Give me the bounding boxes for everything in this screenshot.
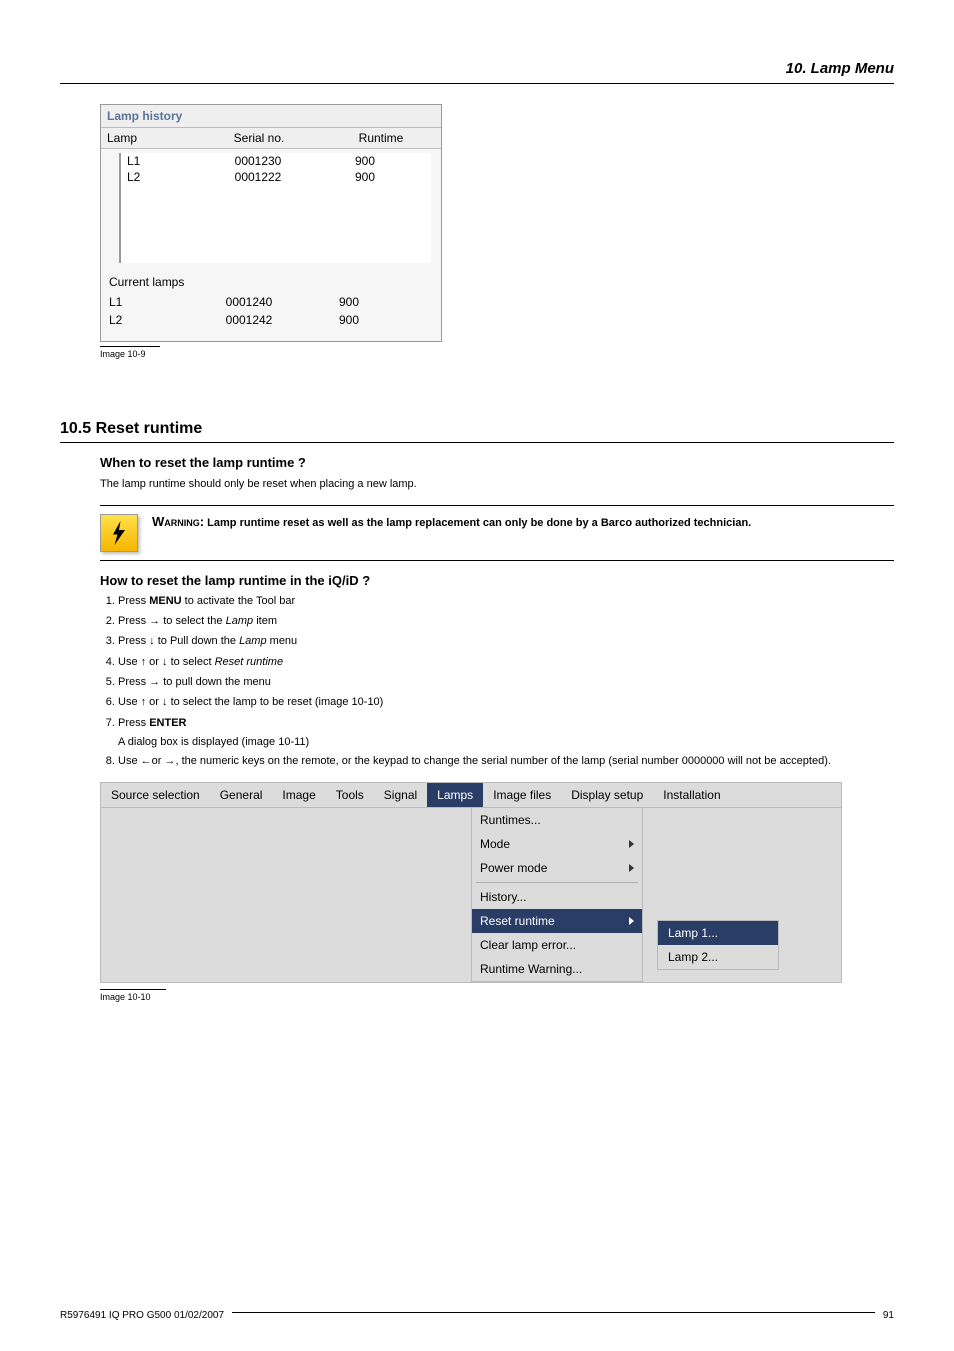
paragraph-when: The lamp runtime should only be reset wh… bbox=[100, 476, 894, 493]
menu-general[interactable]: General bbox=[210, 783, 273, 807]
list-item: Press ENTER bbox=[118, 716, 894, 731]
list-item: Use ↑ or ↓ to select the lamp to be rese… bbox=[118, 695, 894, 710]
chapter-header: 10. Lamp Menu bbox=[60, 60, 894, 77]
page-footer: R5976491 IQ PRO G500 01/02/2007 91 bbox=[60, 1310, 894, 1321]
footer-rule bbox=[232, 1312, 875, 1313]
cell-runtime: 900 bbox=[319, 153, 411, 169]
list-item: Use ←or →, the numeric keys on the remot… bbox=[118, 754, 894, 769]
lamps-dropdown: Runtimes... Mode Power mode History... R… bbox=[471, 808, 643, 982]
top-rule bbox=[60, 83, 894, 84]
list-item: Press MENU to activate the Tool bar bbox=[118, 594, 894, 609]
lamps-item-runtimes[interactable]: Runtimes... bbox=[472, 808, 642, 832]
warning-block: Warning: Lamp runtime reset as well as t… bbox=[100, 505, 894, 561]
current-lamps-section: Current lamps L1 0001240 900 L2 0001242 … bbox=[101, 267, 441, 341]
table-row: L1 0001240 900 bbox=[109, 295, 433, 309]
submenu-lamp-1[interactable]: Lamp 1... bbox=[658, 921, 778, 945]
lamp-history-rows: L1 0001230 900 L2 0001222 900 bbox=[119, 153, 431, 263]
footer-doc-id: R5976491 IQ PRO G500 01/02/2007 bbox=[60, 1310, 224, 1321]
footer-page-number: 91 bbox=[883, 1310, 894, 1321]
step-7-followon: A dialog box is displayed (image 10-11) bbox=[118, 736, 894, 748]
lamps-item-power-mode[interactable]: Power mode bbox=[472, 856, 642, 880]
menu-source-selection[interactable]: Source selection bbox=[101, 783, 210, 807]
warning-bolt-icon bbox=[100, 514, 138, 552]
lamp-history-column-headers: Lamp Serial no. Runtime bbox=[101, 128, 441, 149]
section-rule bbox=[60, 442, 894, 443]
subheading-how: How to reset the lamp runtime in the iQ/… bbox=[100, 573, 894, 588]
cell-runtime: 900 bbox=[319, 169, 411, 185]
menu-lamps[interactable]: Lamps bbox=[427, 783, 483, 807]
steps-list-continued: Use ←or →, the numeric keys on the remot… bbox=[100, 754, 894, 769]
warning-label: Warning: bbox=[152, 514, 204, 529]
cell-serial: 0001240 bbox=[189, 295, 309, 309]
col-header-runtime: Runtime bbox=[325, 128, 437, 148]
lamps-item-reset-runtime[interactable]: Reset runtime bbox=[472, 909, 642, 933]
table-row: L2 0001242 900 bbox=[109, 313, 433, 327]
cell-serial: 0001222 bbox=[197, 169, 319, 185]
cell-lamp: L1 bbox=[121, 153, 197, 169]
menu-image-files[interactable]: Image files bbox=[483, 783, 561, 807]
col-header-serial: Serial no. bbox=[193, 128, 325, 148]
list-item: Press → to pull down the menu bbox=[118, 675, 894, 690]
lamps-item-mode[interactable]: Mode bbox=[472, 832, 642, 856]
image-caption-10-10: Image 10-10 bbox=[100, 989, 166, 1002]
lamps-item-runtime-warning[interactable]: Runtime Warning... bbox=[472, 957, 642, 981]
reset-runtime-submenu: Lamp 1... Lamp 2... bbox=[657, 920, 779, 970]
lamp-history-title: Lamp history bbox=[101, 105, 441, 128]
list-item: Press → to select the Lamp item bbox=[118, 614, 894, 629]
menu-separator bbox=[476, 882, 638, 883]
image-caption-10-9: Image 10-9 bbox=[100, 346, 160, 359]
col-header-lamp: Lamp bbox=[101, 128, 193, 148]
cell-serial: 0001242 bbox=[189, 313, 309, 327]
warning-body: Lamp runtime reset as well as the lamp r… bbox=[207, 517, 751, 529]
section-heading-10-5: 10.5 Reset runtime bbox=[60, 420, 894, 438]
subheading-when: When to reset the lamp runtime ? bbox=[100, 455, 894, 470]
menu-display-setup[interactable]: Display setup bbox=[561, 783, 653, 807]
menu-signal[interactable]: Signal bbox=[374, 783, 427, 807]
lamps-item-history[interactable]: History... bbox=[472, 885, 642, 909]
menu-bar: Source selection General Image Tools Sig… bbox=[101, 783, 841, 808]
table-row: L1 0001230 900 bbox=[121, 153, 431, 169]
chevron-right-icon bbox=[629, 917, 634, 925]
cell-lamp: L1 bbox=[109, 295, 189, 309]
cell-lamp: L2 bbox=[109, 313, 189, 327]
steps-list: Press MENU to activate the Tool bar Pres… bbox=[100, 594, 894, 732]
menu-screenshot: Source selection General Image Tools Sig… bbox=[100, 782, 842, 983]
table-row: L2 0001222 900 bbox=[121, 169, 431, 185]
lamp-history-dialog: Lamp history Lamp Serial no. Runtime L1 … bbox=[100, 104, 442, 342]
list-item: Use ↑ or ↓ to select Reset runtime bbox=[118, 655, 894, 670]
chevron-right-icon bbox=[629, 864, 634, 872]
cell-lamp: L2 bbox=[121, 169, 197, 185]
cell-runtime: 900 bbox=[309, 295, 389, 309]
menu-image[interactable]: Image bbox=[272, 783, 325, 807]
list-item: Press ↓ to Pull down the Lamp menu bbox=[118, 634, 894, 649]
lamps-item-clear-lamp-error[interactable]: Clear lamp error... bbox=[472, 933, 642, 957]
cell-runtime: 900 bbox=[309, 313, 389, 327]
current-lamps-title: Current lamps bbox=[109, 275, 433, 289]
menu-installation[interactable]: Installation bbox=[653, 783, 730, 807]
menu-tools[interactable]: Tools bbox=[326, 783, 374, 807]
cell-serial: 0001230 bbox=[197, 153, 319, 169]
chevron-right-icon bbox=[629, 840, 634, 848]
warning-text: Warning: Lamp runtime reset as well as t… bbox=[152, 514, 894, 552]
submenu-lamp-2[interactable]: Lamp 2... bbox=[658, 945, 778, 969]
